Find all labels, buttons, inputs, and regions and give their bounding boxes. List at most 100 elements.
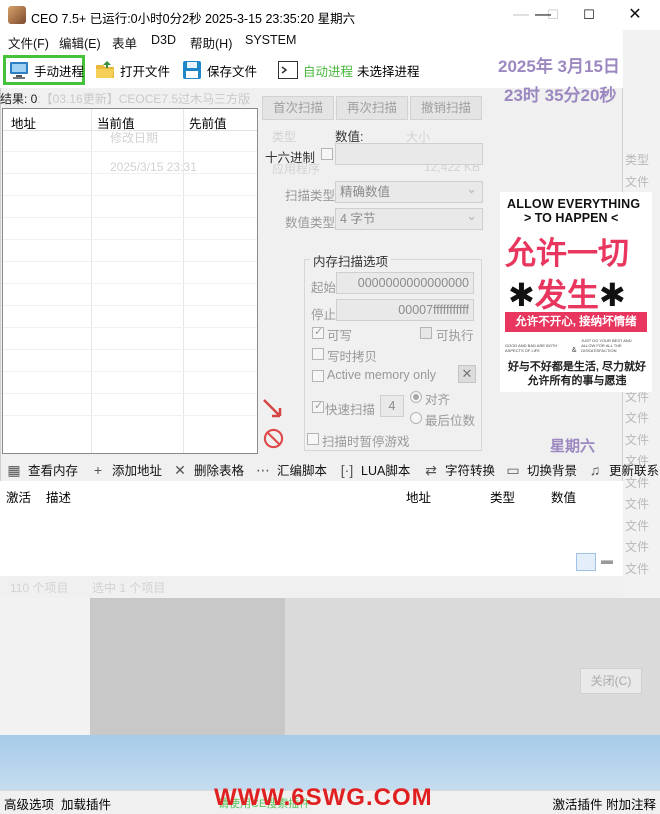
activate-plugin-link[interactable]: 激活插件 [552, 798, 602, 812]
large-icons-view-icon[interactable]: ▬ [598, 553, 616, 571]
add-address-button[interactable]: + 添加地址 [90, 460, 162, 479]
floppy-disk-icon [181, 59, 203, 81]
switch-background-label: 切换背景 [527, 464, 578, 478]
convert-icon: ⇄ [425, 461, 437, 478]
open-file-label: 打开文件 [120, 64, 171, 79]
stop-address-input[interactable]: 00007fffffffffff [336, 299, 474, 321]
writable-checkbox[interactable] [312, 325, 324, 339]
menu-table[interactable]: 表单 [112, 33, 137, 52]
value-type-label: 数值类型 [285, 216, 336, 230]
save-file-label: 保存文件 [207, 64, 258, 79]
view-memory-button[interactable]: ▦ 查看内存 [6, 460, 78, 479]
active-memory-label: Active memory only [327, 368, 437, 382]
overlay-date: 2025年 3月15日 [498, 57, 620, 76]
overlay-weekday: 星期六 [550, 438, 596, 455]
fast-scan-input[interactable]: 4 [380, 395, 404, 417]
update-contact-button[interactable]: ♫ 更新联系 [587, 460, 659, 479]
lua-script-button[interactable]: [·] LUA脚本 [339, 460, 411, 479]
advanced-options-link[interactable]: 高级选项 [4, 798, 54, 812]
first-scan-button[interactable]: 首次扫描 [262, 96, 334, 120]
last-digits-label: 最后位数 [425, 414, 476, 428]
add-comment-link[interactable]: 附加注释 [606, 798, 656, 812]
ghost-date-value: 2025/3/15 23:31 [110, 160, 197, 174]
scan-result-list[interactable]: 地址 当前值 先前值 修改日期 2025/3/15 23:31 [2, 108, 258, 454]
poster-small-right: JUST DO YOUR BEST AND ALLOW FOR ALL THE … [581, 338, 632, 353]
asm-script-button[interactable]: ⋯ 汇编脚本 [255, 460, 327, 479]
plus-icon: + [93, 461, 103, 478]
selected-process-label: 未选择进程 [357, 64, 420, 79]
background-list-item: 类型 [625, 153, 650, 167]
grid-icon: ▦ [7, 461, 21, 478]
col-addr[interactable]: 地址 [406, 487, 431, 506]
lua-script-label: LUA脚本 [361, 464, 411, 478]
col-value[interactable]: 数值 [551, 487, 576, 506]
writable-label: 可写 [327, 329, 353, 343]
menu-help[interactable]: 帮助(H) [190, 33, 232, 52]
selected-count: 选中 1 个项目 [92, 581, 166, 595]
background-close-button[interactable]: 关闭(C) [580, 668, 642, 694]
fast-scan-checkbox[interactable] [312, 399, 324, 413]
auto-process-label: 自动进程 [303, 64, 354, 79]
copy-on-write-checkbox[interactable] [312, 348, 324, 360]
prohibited-icon[interactable] [263, 428, 284, 449]
update-contact-label: 更新联系 [609, 464, 660, 478]
delete-table-button[interactable]: ✕ 删除表格 [172, 460, 244, 479]
open-file-button[interactable]: 打开文件 [94, 55, 170, 85]
col-description[interactable]: 描述 [46, 487, 71, 506]
col-previous-value[interactable]: 先前值 [189, 113, 227, 132]
auto-process-button[interactable]: 自动进程 未选择进程 [277, 55, 420, 85]
undo-scan-button[interactable]: 撤销扫描 [410, 96, 482, 120]
manual-process-button[interactable]: 手动进程 [3, 55, 85, 85]
switch-background-button[interactable]: ▭ 切换背景 [505, 460, 577, 479]
menu-system[interactable]: SYSTEM [245, 33, 296, 47]
hex-checkbox[interactable] [321, 148, 333, 160]
col-type[interactable]: 类型 [490, 487, 515, 506]
menu-edit[interactable]: 编辑(E) [59, 33, 101, 52]
copy-on-write-label: 写时拷贝 [327, 350, 378, 364]
scan-type-select[interactable]: 精确数值 [335, 181, 483, 203]
load-plugin-link[interactable]: 加载插件 [61, 798, 111, 812]
poster-small-left: GOOD AND BAD ARE BOTH ASPECTS OF LIFE [505, 343, 558, 353]
start-address-input[interactable]: 0000000000000000 [336, 272, 474, 294]
background-panel-left [90, 598, 285, 735]
value-type-select[interactable]: 4 字节 [335, 208, 483, 230]
menu-file[interactable]: 文件(F) [8, 33, 49, 52]
active-memory-checkbox[interactable] [312, 370, 324, 382]
site-watermark: WWW.6SWG.COM [214, 784, 433, 811]
align-radio[interactable] [410, 391, 422, 403]
background-list-item: 文件 [625, 497, 650, 511]
char-convert-button[interactable]: ⇄ 字符转换 [423, 460, 495, 479]
window-title: CEO 7.5+ 已运行:0小时0分2秒 2025-3-15 23:35:20 … [31, 12, 356, 26]
result-list-header: 地址 当前值 先前值 [3, 109, 257, 131]
pause-game-checkbox[interactable] [307, 433, 319, 445]
next-scan-button[interactable]: 再次扫描 [336, 96, 408, 120]
app-status-strip: 110 个项目 选中 1 个项目 [0, 576, 623, 598]
item-count: 110 个项目 [10, 581, 69, 595]
maximize-button[interactable]: ☐ [566, 0, 612, 30]
save-file-button[interactable]: 保存文件 [181, 55, 257, 85]
executable-checkbox[interactable] [420, 327, 432, 339]
menu-d3d[interactable]: D3D [151, 33, 176, 47]
background-list-item: 文件 [625, 561, 650, 576]
poster-line1: ALLOW EVERYTHING [507, 197, 641, 211]
arrow-icon [263, 399, 282, 418]
motivational-poster: ALLOW EVERYTHING > TO HAPPEN < 允许一切 ✱发生✱… [500, 192, 652, 392]
char-convert-label: 字符转换 [445, 464, 496, 478]
found-count: 结果: 0 [0, 92, 38, 106]
col-address[interactable]: 地址 [11, 113, 36, 132]
folder-open-icon [94, 59, 116, 81]
close-x-icon[interactable]: ✕ [458, 365, 476, 383]
details-view-icon[interactable] [576, 553, 596, 571]
value-input[interactable] [335, 143, 483, 165]
close-button[interactable]: ✕ [612, 0, 658, 30]
minimize-button[interactable]: — [520, 0, 566, 30]
col-active[interactable]: 激活 [6, 487, 31, 506]
poster-line2: > TO HAPPEN < [524, 211, 619, 225]
last-digits-radio[interactable] [410, 412, 422, 424]
desktop-strip [0, 735, 660, 790]
brackets-icon: [·] [340, 461, 354, 478]
address-table[interactable]: 激活 描述 地址 类型 数值 ▬ [0, 481, 623, 576]
background-list-item: 文件 [625, 411, 650, 425]
column-divider [91, 109, 92, 453]
ghost-date-header: 修改日期 [110, 131, 159, 145]
